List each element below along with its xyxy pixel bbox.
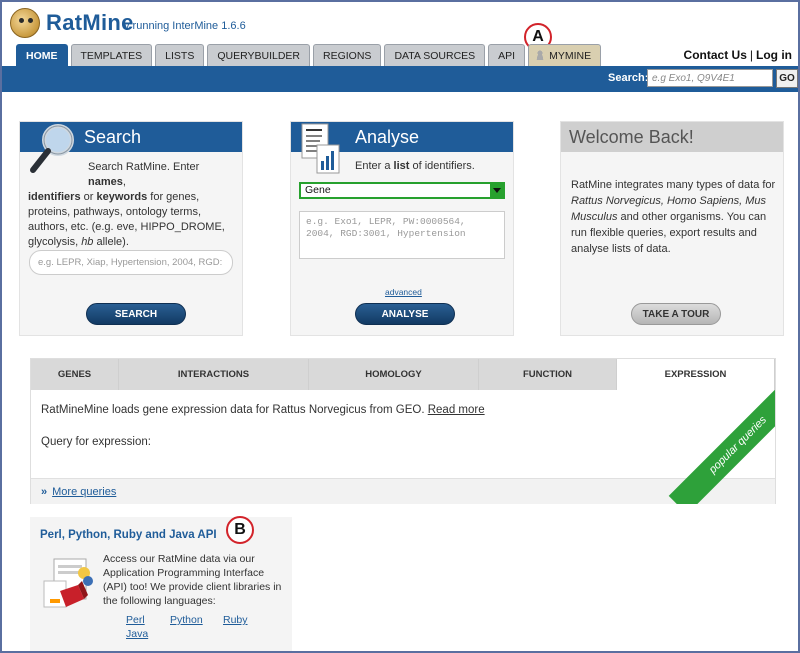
take-a-tour-button[interactable]: TAKE A TOUR xyxy=(631,303,721,325)
search-description: Search RatMine. Enter names, identifiers… xyxy=(28,160,238,250)
analyse-prompt-post: of identifiers. xyxy=(409,160,475,172)
tab-mymine-label: MYMINE xyxy=(549,50,592,62)
tab-querybuilder[interactable]: QUERYBUILDER xyxy=(207,44,311,66)
app-version: v running InterMine 1.6.6 xyxy=(124,20,246,32)
query-tabs: GENES INTERACTIONS HOMOLOGY FUNCTION EXP… xyxy=(31,359,775,390)
api-description: Access our RatMine data via our Applicat… xyxy=(103,553,282,607)
tab-regions[interactable]: REGIONS xyxy=(313,44,382,66)
type-select[interactable]: Gene xyxy=(299,182,505,199)
perl-link[interactable]: Perl xyxy=(126,614,145,626)
quick-search-input[interactable] xyxy=(647,69,773,87)
header: RatMine v running InterMine 1.6.6 xyxy=(2,2,798,44)
user-icon xyxy=(535,50,546,60)
tab-home[interactable]: HOME xyxy=(16,44,68,66)
expression-description: RatMineMine loads gene expression data f… xyxy=(41,404,485,416)
tab-interactions[interactable]: INTERACTIONS xyxy=(119,359,309,390)
tab-mymine[interactable]: MYMINE xyxy=(528,44,602,66)
analyse-prompt-pre: Enter a xyxy=(355,160,394,172)
analyse-prompt: Enter a list of identifiers. xyxy=(355,160,475,172)
search-desc-or: or xyxy=(80,191,97,203)
main-nav-tabs: HOME TEMPLATES LISTS QUERYBUILDER REGION… xyxy=(16,44,602,66)
tab-lists[interactable]: LISTS xyxy=(155,44,205,66)
welcome-box-title: Welcome Back! xyxy=(561,122,783,152)
search-desc-intro: Search RatMine. Enter xyxy=(88,161,200,173)
search-button[interactable]: SEARCH xyxy=(86,303,186,325)
rat-logo-icon[interactable] xyxy=(10,8,40,38)
tab-function[interactable]: FUNCTION xyxy=(479,359,617,390)
popular-queries-ribbon: popular queries xyxy=(668,390,775,504)
search-box: Search Search RatMine. Enter names, iden… xyxy=(19,121,243,336)
chevron-down-icon[interactable] xyxy=(490,184,503,197)
api-section: Perl, Python, Ruby and Java API Access o… xyxy=(30,517,292,651)
go-button[interactable]: GO xyxy=(776,69,798,88)
more-queries-link[interactable]: » More queries xyxy=(41,486,116,498)
tab-expression[interactable]: EXPRESSION xyxy=(617,359,775,390)
read-more-link[interactable]: Read more xyxy=(428,404,485,416)
search-desc-comma: , xyxy=(122,176,126,188)
login-link[interactable]: Log in xyxy=(756,48,792,62)
list-document-icon xyxy=(301,123,340,174)
advanced-link[interactable]: advanced xyxy=(385,287,422,297)
java-link[interactable]: Java xyxy=(126,628,148,640)
toplinks-separator: | xyxy=(749,48,753,62)
popular-queries-panel: GENES INTERACTIONS HOMOLOGY FUNCTION EXP… xyxy=(30,358,776,504)
tab-api[interactable]: API xyxy=(488,44,526,66)
search-desc-allele: allele). xyxy=(93,236,129,248)
welcome-text-pre: RatMine integrates many types of data fo… xyxy=(571,179,776,191)
search-desc-keywords: keywords xyxy=(96,191,148,203)
search-desc-names: names xyxy=(88,176,123,188)
analyse-button[interactable]: ANALYSE xyxy=(355,303,455,325)
search-desc-identifiers: identifiers xyxy=(28,191,81,203)
top-links: Contact Us | Log in xyxy=(684,48,792,62)
contact-us-link[interactable]: Contact Us xyxy=(684,48,747,62)
api-title[interactable]: Perl, Python, Ruby and Java API xyxy=(40,529,217,541)
tab-templates[interactable]: TEMPLATES xyxy=(70,44,153,66)
annotation-b: B xyxy=(226,516,254,544)
app-name[interactable]: RatMine xyxy=(46,10,134,36)
tab-genes[interactable]: GENES xyxy=(31,359,119,390)
tab-data-sources[interactable]: DATA SOURCES xyxy=(384,44,486,66)
more-queries-label: More queries xyxy=(52,486,117,498)
welcome-text: RatMine integrates many types of data fo… xyxy=(571,177,779,257)
analyse-prompt-list: list xyxy=(393,160,410,172)
expression-description-text: RatMineMine loads gene expression data f… xyxy=(41,404,425,416)
search-desc-hb: hb xyxy=(81,236,94,248)
popular-queries-ribbon-wrap: popular queries xyxy=(659,390,775,504)
analyse-box: Analyse Enter a list of identifiers. Gen… xyxy=(290,121,514,336)
api-blocks-icon xyxy=(43,558,93,608)
welcome-box: Welcome Back! RatMine integrates many ty… xyxy=(560,121,784,336)
identifiers-textarea[interactable] xyxy=(299,211,505,259)
keyword-search-input[interactable] xyxy=(29,250,233,275)
query-for-label: Query for expression: xyxy=(41,436,151,448)
page-frame: RatMine v running InterMine 1.6.6 A HOME… xyxy=(0,0,800,653)
search-label: Search: xyxy=(608,72,649,84)
ruby-link[interactable]: Ruby xyxy=(223,614,248,626)
type-select-value: Gene xyxy=(305,184,331,196)
tab-homology[interactable]: HOMOLOGY xyxy=(309,359,479,390)
python-link[interactable]: Python xyxy=(170,614,203,626)
double-chevron-right-icon: » xyxy=(41,486,48,498)
